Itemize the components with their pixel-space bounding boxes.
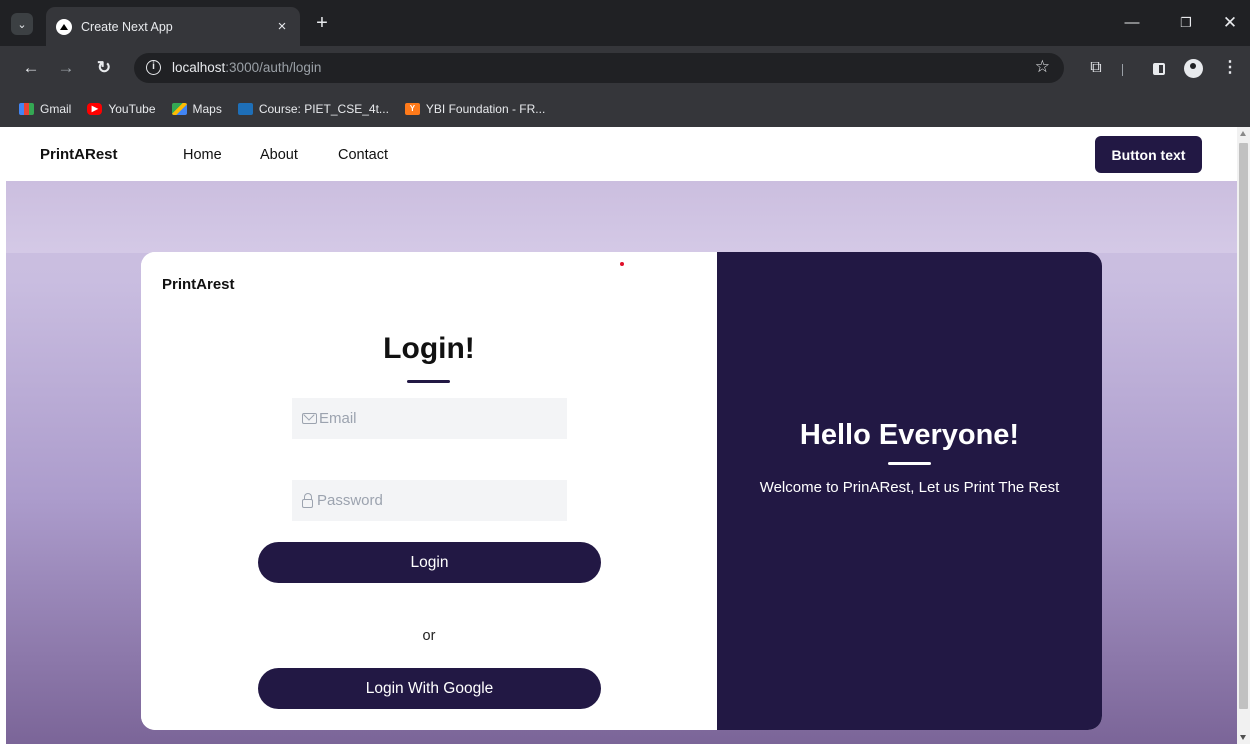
new-tab-icon[interactable]: +: [310, 11, 334, 35]
or-separator: or: [422, 628, 436, 644]
profile-avatar-icon[interactable]: [1184, 59, 1203, 78]
bookmark-label: Gmail: [40, 101, 72, 116]
bookmark-youtube[interactable]: ▶ YouTube: [87, 101, 156, 116]
login-with-google-button[interactable]: Login With Google: [258, 668, 601, 709]
browser-tab[interactable]: Create Next App ×: [46, 7, 300, 46]
maps-icon: [171, 102, 187, 115]
login-button[interactable]: Login: [258, 542, 601, 583]
cisco-icon: [237, 102, 253, 115]
hero-band: [6, 181, 1237, 253]
bookmark-course[interactable]: Course: PIET_CSE_4t...: [237, 101, 389, 116]
page-scrollbar[interactable]: [1237, 127, 1250, 744]
tab-search-chevron-icon[interactable]: ⌄: [11, 13, 33, 35]
tab-title: Create Next App: [81, 19, 173, 34]
password-input[interactable]: [317, 492, 547, 509]
scroll-down-arrow-icon[interactable]: [1240, 735, 1246, 740]
page-viewport: PrintARest Home About Contact Button tex…: [6, 127, 1237, 744]
login-title-underline: [407, 380, 450, 383]
password-field[interactable]: [292, 480, 567, 521]
reload-icon[interactable]: ↻: [93, 57, 115, 79]
navbar-cta-button[interactable]: Button text: [1095, 136, 1202, 173]
nav-link-home[interactable]: Home: [183, 147, 222, 163]
nav-link-about[interactable]: About: [260, 147, 298, 163]
welcome-title: Hello Everyone!: [799, 419, 1020, 451]
login-panel: PrintArest Login! Login or Login With Go…: [141, 252, 717, 730]
tab-close-icon[interactable]: ×: [274, 18, 290, 35]
mail-icon: [302, 413, 317, 424]
red-dot-decoration: [620, 262, 624, 266]
bookmark-ybi[interactable]: Y YBI Foundation - FR...: [404, 101, 546, 116]
close-window-icon[interactable]: ✕: [1218, 11, 1242, 35]
bookmark-gmail[interactable]: Gmail: [19, 102, 71, 116]
site-info-icon[interactable]: i: [146, 60, 161, 75]
toolbar-divider: [1122, 64, 1123, 76]
site-navbar: PrintARest Home About Contact Button tex…: [6, 127, 1237, 181]
email-input[interactable]: [319, 410, 549, 427]
welcome-title-underline: [888, 462, 931, 465]
nextjs-favicon-icon: [56, 18, 72, 35]
lock-icon: [302, 492, 313, 508]
minimize-icon[interactable]: —: [1120, 11, 1144, 35]
welcome-text: Welcome to PrinARest, Let us Print The R…: [759, 479, 1060, 496]
kebab-menu-icon[interactable]: ⋮: [1219, 57, 1241, 79]
navbar-brand[interactable]: PrintARest: [40, 146, 118, 163]
bookmark-label: YouTube: [108, 101, 156, 116]
login-title: Login!: [383, 332, 475, 365]
ybi-icon: Y: [404, 102, 420, 115]
back-arrow-icon[interactable]: ←: [20, 57, 42, 79]
bookmark-label: Maps: [192, 101, 222, 116]
welcome-panel: Hello Everyone! Welcome to PrinARest, Le…: [717, 252, 1102, 730]
bookmark-label: Course: PIET_CSE_4t...: [258, 101, 389, 116]
extensions-puzzle-icon[interactable]: ⧉: [1085, 57, 1107, 79]
bookmark-maps[interactable]: Maps: [171, 101, 222, 116]
gmail-icon: [19, 102, 34, 115]
address-bar[interactable]: i localhost:3000/auth/login ☆: [134, 53, 1064, 83]
forward-arrow-icon[interactable]: →: [55, 57, 77, 79]
url-text[interactable]: localhost:3000/auth/login: [172, 60, 321, 75]
bookmarks-bar: Gmail ▶ YouTube Maps Course: PIET_CSE_4t…: [0, 90, 1250, 127]
url-host: localhost: [172, 60, 226, 75]
youtube-icon: ▶: [87, 102, 103, 115]
side-panel-icon[interactable]: [1153, 63, 1165, 75]
scrollbar-thumb[interactable]: [1239, 143, 1248, 709]
email-field[interactable]: [292, 398, 567, 439]
nav-link-contact[interactable]: Contact: [338, 147, 388, 163]
browser-tabstrip: ⌄ Create Next App × + — ❐ ✕: [0, 0, 1250, 46]
login-card: PrintArest Login! Login or Login With Go…: [141, 252, 1102, 730]
browser-toolbar: ← → ↻ i localhost:3000/auth/login ☆ ⧉ ⋮: [0, 46, 1250, 90]
restore-window-icon[interactable]: ❐: [1174, 11, 1198, 35]
bookmark-star-icon[interactable]: ☆: [1035, 57, 1050, 77]
scroll-up-arrow-icon[interactable]: [1240, 131, 1246, 136]
url-path: :3000/auth/login: [225, 60, 322, 75]
bookmark-label: YBI Foundation - FR...: [425, 101, 546, 116]
card-brand: PrintArest: [162, 276, 235, 293]
